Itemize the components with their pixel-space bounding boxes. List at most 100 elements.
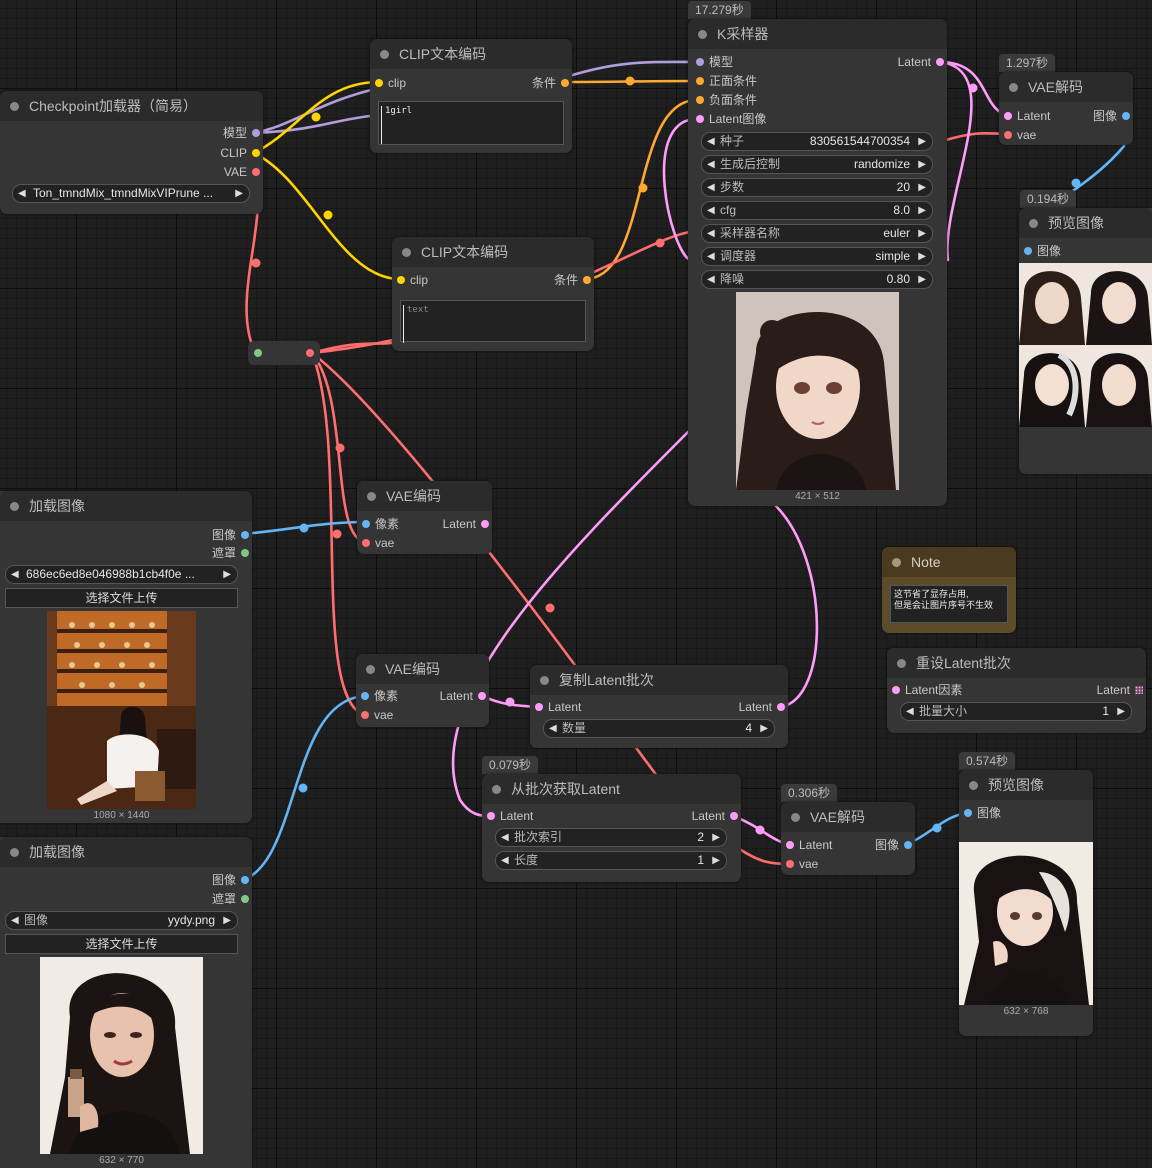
arrow-left-icon[interactable]: ◀ — [707, 179, 715, 196]
input-samples[interactable]: Latent — [484, 808, 533, 824]
collapse-dot[interactable] — [698, 29, 707, 39]
collapse-dot[interactable] — [1029, 218, 1038, 228]
collapse-dot[interactable] — [969, 780, 978, 790]
output-clip[interactable]: CLIP — [220, 145, 263, 161]
arrow-right-icon[interactable]: ▶ — [760, 720, 768, 737]
output-mask[interactable]: 遮罩 — [212, 545, 252, 561]
rebatch-latents-node[interactable]: 重设Latent批次 Latent因素 Latent ◀ 批量大小 1 ▶ — [887, 648, 1146, 733]
load-image-node[interactable]: 加载图像 图像 遮罩 ◀ 686ec6ed8e046988b1cb4f0e ...… — [0, 491, 252, 823]
slot-connector-dot[interactable] — [786, 860, 794, 868]
arrow-right-icon[interactable]: ▶ — [1117, 703, 1125, 720]
input-image[interactable]: 图像 — [961, 805, 1001, 821]
input-latent[interactable]: Latent — [783, 837, 832, 853]
input-vae[interactable]: vae — [1001, 127, 1036, 143]
slot-connector-dot[interactable] — [241, 895, 249, 903]
note-text[interactable]: 这节省了显存占用, 但是会让图片序号不生效 — [890, 585, 1008, 623]
output-latent[interactable]: Latent — [898, 54, 947, 70]
slot-connector-dot[interactable] — [1024, 247, 1032, 255]
arrow-left-icon[interactable]: ◀ — [11, 912, 19, 929]
slot-connector-dot[interactable] — [481, 520, 489, 528]
arrow-left-icon[interactable]: ◀ — [707, 202, 715, 219]
arrow-right-icon[interactable]: ▶ — [223, 912, 231, 929]
slot-connector-dot[interactable] — [241, 549, 249, 557]
slot-connector-dot[interactable] — [361, 692, 369, 700]
slot-connector-dot[interactable] — [362, 539, 370, 547]
collapse-dot[interactable] — [897, 658, 906, 668]
input-latent[interactable]: Latent — [1001, 108, 1050, 124]
load-image-node[interactable]: 加载图像 图像 遮罩 ◀ 图像 yydy.png ▶ 选择文件上传 632 × 770 — [0, 837, 252, 1168]
arrow-right-icon[interactable]: ▶ — [223, 566, 231, 583]
slot-connector-dot[interactable] — [964, 809, 972, 817]
prompt-textarea[interactable]: text — [400, 300, 586, 343]
slot-connector-dot[interactable] — [696, 96, 704, 104]
arrow-right-icon[interactable]: ▶ — [235, 185, 243, 202]
preview-image-node[interactable]: 预览图像 图像 — [1019, 208, 1152, 474]
arrow-right-icon[interactable]: ▶ — [918, 179, 926, 196]
arrow-left-icon[interactable]: ◀ — [906, 703, 914, 720]
input-vae[interactable]: vae — [358, 707, 393, 723]
output-image[interactable]: 图像 — [1093, 108, 1133, 124]
input-latent-image[interactable]: Latent图像 — [693, 111, 766, 127]
slot-connector-dot[interactable] — [241, 531, 249, 539]
preview-image-node[interactable]: 预览图像 图像 632 × 768 — [959, 770, 1093, 1036]
input-vae[interactable]: vae — [359, 535, 394, 551]
slot-connector-dot[interactable] — [306, 349, 314, 357]
output-model[interactable]: 模型 — [223, 125, 263, 141]
slot-connector-dot[interactable] — [252, 168, 260, 176]
length-widget[interactable]: ◀ 长度 1 ▶ — [495, 851, 727, 870]
arrow-right-icon[interactable]: ▶ — [918, 133, 926, 150]
arrow-left-icon[interactable]: ◀ — [707, 248, 715, 265]
ksampler-node[interactable]: K采样器 模型 正面条件 负面条件 Latent图像 Latent ◀ 种子 830… — [688, 19, 947, 506]
clip-text-encode-node[interactable]: CLIP文本编码 clip 条件 1girl — [370, 39, 572, 153]
slot-connector-dot[interactable] — [478, 692, 486, 700]
output-latent[interactable]: Latent — [692, 808, 741, 824]
input-negative[interactable]: 负面条件 — [693, 92, 757, 108]
vae-encode-node[interactable]: VAE编码 像素 vae Latent — [356, 654, 489, 727]
output-image[interactable]: 图像 — [212, 872, 252, 888]
input-pixels[interactable]: 像素 — [358, 688, 398, 704]
slot-connector-dot[interactable] — [375, 79, 383, 87]
slot-connector-dot[interactable] — [892, 686, 900, 694]
arrow-right-icon[interactable]: ▶ — [918, 202, 926, 219]
slot-connector-dot[interactable] — [361, 711, 369, 719]
preview-image-grid[interactable] — [1019, 263, 1152, 427]
output-latent[interactable]: Latent — [739, 699, 788, 715]
input-vae[interactable]: vae — [783, 856, 818, 872]
collapse-dot[interactable] — [540, 675, 549, 685]
steps-widget[interactable]: ◀ 步数 20 ▶ — [701, 178, 933, 197]
input-latents[interactable]: Latent因素 — [889, 682, 962, 698]
sampler-name-widget[interactable]: ◀ 采样器名称 euler ▶ — [701, 224, 933, 243]
arrow-left-icon[interactable]: ◀ — [501, 852, 509, 869]
slot-connector-dot[interactable] — [696, 115, 704, 123]
repeat-latent-batch-node[interactable]: 复制Latent批次 Latent Latent ◀ 数量 4 ▶ — [530, 665, 788, 748]
collapse-dot[interactable] — [366, 664, 375, 674]
output-vae[interactable]: VAE — [224, 164, 263, 180]
output-latent-list[interactable]: Latent — [1097, 682, 1146, 698]
slot-connector-dot[interactable] — [254, 349, 262, 357]
input-samples[interactable]: Latent — [532, 699, 581, 715]
batch-index-widget[interactable]: ◀ 批次索引 2 ▶ — [495, 828, 727, 847]
slot-connector-dot[interactable] — [362, 520, 370, 528]
arrow-left-icon[interactable]: ◀ — [707, 225, 715, 242]
note-node[interactable]: Note 这节省了显存占用, 但是会让图片序号不生效 — [882, 547, 1016, 633]
output-image[interactable]: 图像 — [875, 837, 915, 853]
slot-connector-dot[interactable] — [936, 58, 944, 66]
slot-connector-dot[interactable] — [786, 841, 794, 849]
arrow-right-icon[interactable]: ▶ — [918, 271, 926, 288]
arrow-left-icon[interactable]: ◀ — [501, 829, 509, 846]
arrow-right-icon[interactable]: ▶ — [712, 829, 720, 846]
upload-button[interactable]: 选择文件上传 — [5, 934, 238, 954]
collapse-dot[interactable] — [1009, 82, 1018, 92]
input-clip[interactable]: clip — [394, 272, 428, 288]
slot-connector-dot[interactable] — [1004, 112, 1012, 120]
ckpt-name-select[interactable]: ◀ Ton_tmndMix_tmndMixVIPrune ... ▶ — [12, 184, 250, 203]
batch-size-widget[interactable]: ◀ 批量大小 1 ▶ — [900, 702, 1132, 721]
image-file-select[interactable]: ◀ 图像 yydy.png ▶ — [5, 911, 238, 930]
input-clip[interactable]: clip — [372, 75, 406, 91]
collapse-dot[interactable] — [892, 557, 901, 567]
upload-button[interactable]: 选择文件上传 — [5, 588, 238, 608]
image-file-select[interactable]: ◀ 686ec6ed8e046988b1cb4f0e ... ▶ — [5, 565, 238, 584]
arrow-left-icon[interactable]: ◀ — [549, 720, 557, 737]
latent-from-batch-node[interactable]: 从批次获取Latent Latent Latent ◀ 批次索引 2 ▶ ◀ 长度 1 ▶ — [482, 774, 741, 882]
arrow-left-icon[interactable]: ◀ — [707, 156, 715, 173]
